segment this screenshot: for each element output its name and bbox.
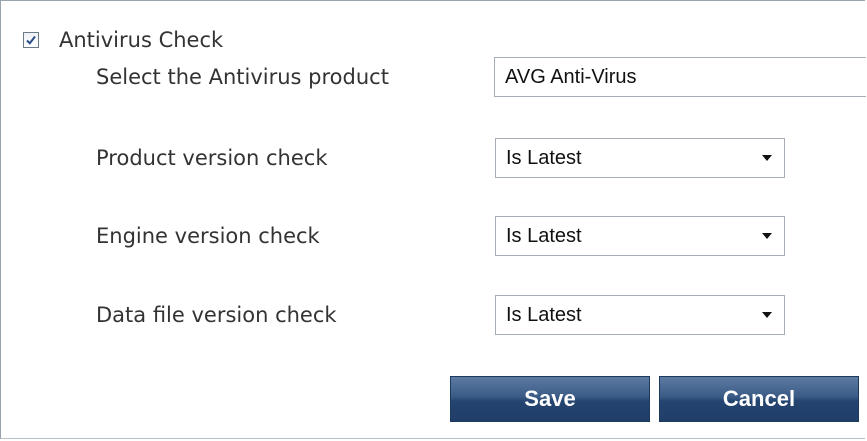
chevron-down-icon: [750, 139, 784, 177]
engine-version-value: Is Latest: [506, 224, 582, 247]
save-button[interactable]: Save: [450, 376, 650, 422]
engine-version-select[interactable]: Is Latest: [495, 216, 785, 256]
antivirus-settings-panel: Antivirus Check Select the Antivirus pro…: [0, 0, 866, 439]
engine-version-label: Engine version check: [96, 224, 320, 248]
data-file-version-label: Data file version check: [96, 303, 337, 327]
antivirus-product-input[interactable]: [494, 57, 866, 97]
antivirus-check-row: Antivirus Check: [23, 25, 223, 55]
chevron-down-icon: [750, 296, 784, 334]
chevron-down-icon: [750, 217, 784, 255]
cancel-button[interactable]: Cancel: [659, 376, 859, 422]
antivirus-check-checkbox[interactable]: [23, 32, 39, 48]
product-version-value: Is Latest: [506, 146, 582, 169]
data-file-version-value: Is Latest: [506, 303, 582, 326]
data-file-version-select[interactable]: Is Latest: [495, 295, 785, 335]
antivirus-check-label: Antivirus Check: [59, 28, 224, 52]
product-version-label: Product version check: [96, 146, 328, 170]
product-version-select[interactable]: Is Latest: [495, 138, 785, 178]
checkmark-icon: [26, 35, 36, 45]
product-label: Select the Antivirus product: [96, 65, 389, 89]
